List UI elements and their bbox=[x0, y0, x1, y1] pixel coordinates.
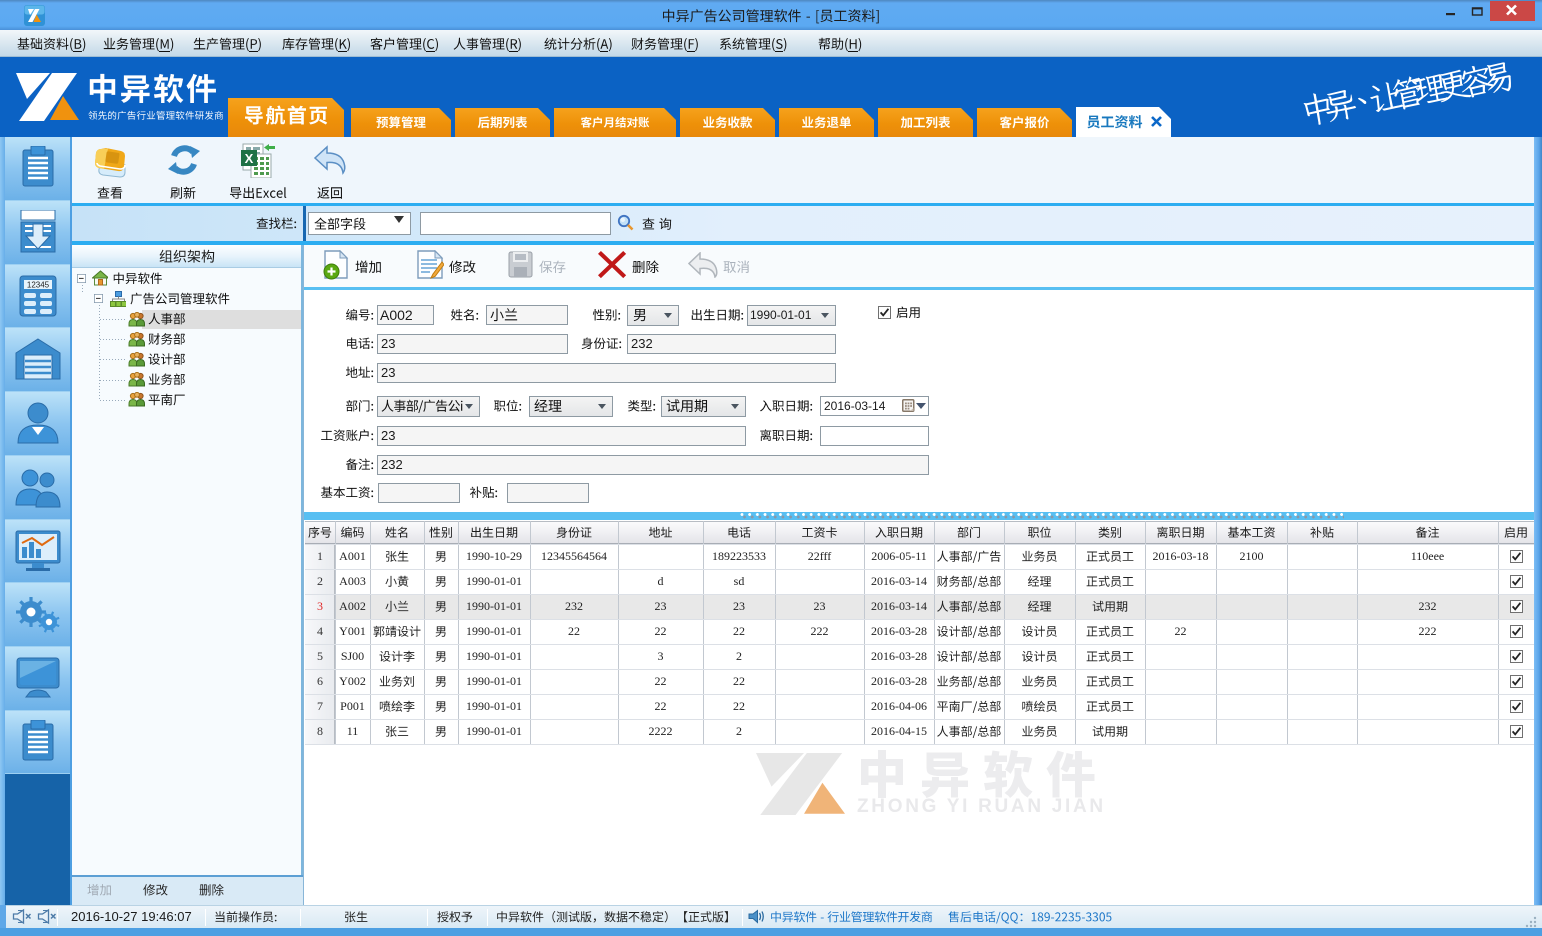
svg-text:X: X bbox=[245, 151, 254, 166]
svg-text:12345: 12345 bbox=[27, 281, 50, 290]
